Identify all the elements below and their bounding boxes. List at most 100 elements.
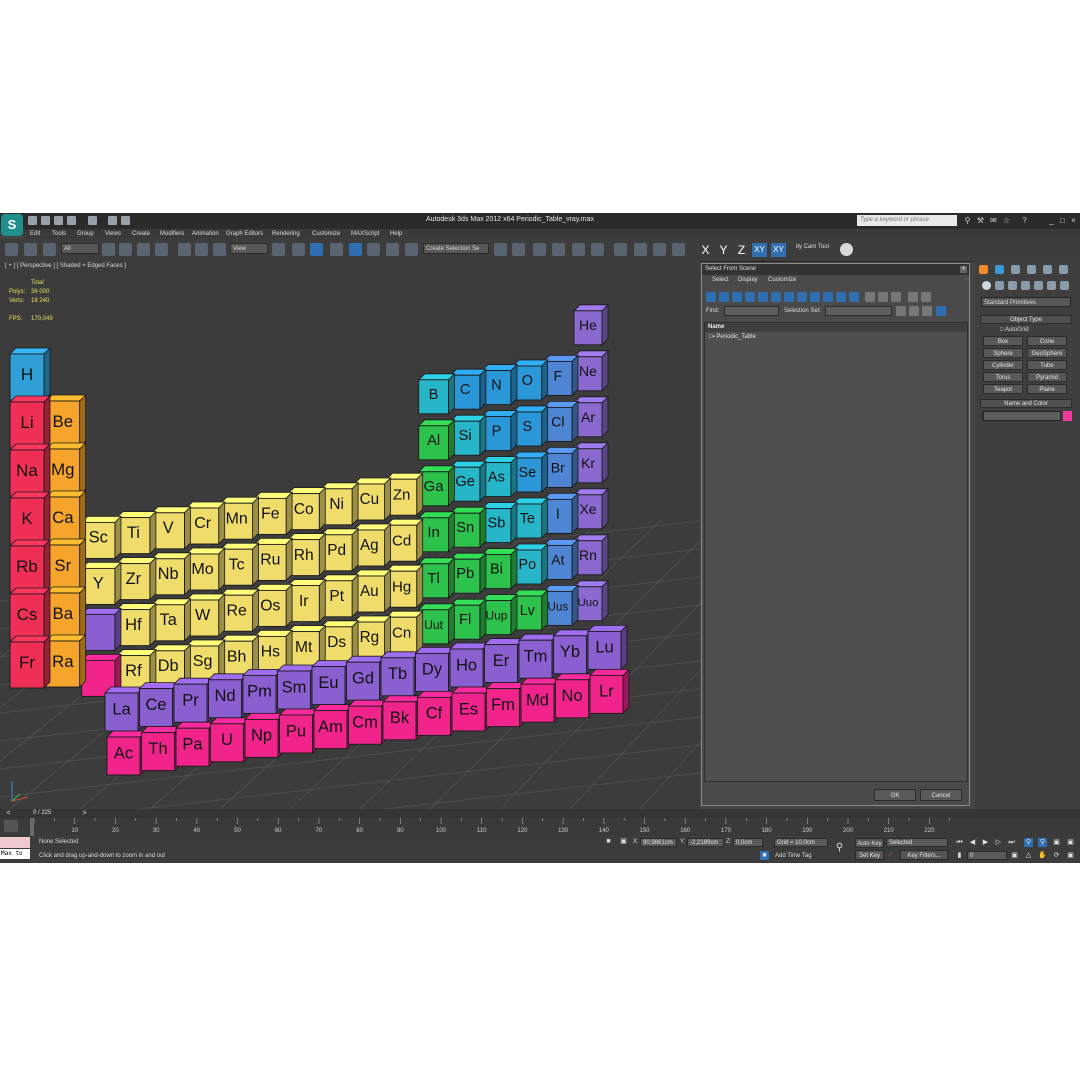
axis-z-button[interactable]: Z: [734, 243, 749, 257]
undo-icon[interactable]: [67, 216, 76, 225]
space-warps-icon[interactable]: [1047, 281, 1056, 290]
time-tag-icon[interactable]: ■: [760, 851, 769, 860]
rectangular-selection-icon[interactable]: [137, 243, 150, 256]
cameras-icon[interactable]: [1021, 281, 1030, 290]
display-lights-icon[interactable]: [732, 292, 742, 302]
render-production-icon[interactable]: [672, 243, 685, 256]
modify-tab-icon[interactable]: [995, 265, 1004, 274]
pivot-center-icon[interactable]: [272, 243, 285, 256]
play-icon[interactable]: ▶: [981, 838, 990, 847]
named-selection-set-dropdown[interactable]: Create Selection Se: [423, 243, 489, 254]
minimize-icon[interactable]: _: [1047, 216, 1056, 225]
display-geometry-icon[interactable]: [706, 292, 716, 302]
maxscript-output-field[interactable]: [0, 837, 30, 848]
link-icon[interactable]: [5, 243, 18, 256]
sphere-button[interactable]: Sphere: [983, 348, 1023, 358]
slider-next-icon[interactable]: >: [80, 809, 89, 818]
filter-icon[interactable]: [908, 292, 918, 302]
selection-set-save-icon[interactable]: [896, 306, 906, 316]
teapot-button[interactable]: Teapot: [983, 384, 1023, 394]
hierarchy-tab-icon[interactable]: [1011, 265, 1020, 274]
dialog-menu-select[interactable]: Select: [712, 277, 729, 283]
menu-modifiers[interactable]: Modifiers: [160, 229, 184, 239]
display-cameras-icon[interactable]: [745, 292, 755, 302]
cam-tool-icon[interactable]: [840, 243, 853, 256]
menu-help[interactable]: Help: [390, 229, 402, 239]
redo-icon[interactable]: [88, 216, 97, 225]
angle-snap-icon[interactable]: [349, 243, 362, 256]
geosphere-button[interactable]: GeoSphere: [1027, 348, 1067, 358]
current-frame-field[interactable]: 0: [967, 851, 1007, 860]
subscription-icon[interactable]: ⚒: [976, 216, 985, 225]
previous-frame-icon[interactable]: ◀: [968, 838, 977, 847]
key-filters-button[interactable]: Key Filters...: [900, 850, 948, 860]
selection-set-highlight-icon[interactable]: [936, 306, 946, 316]
go-to-start-icon[interactable]: ⏮: [955, 838, 964, 847]
zoom-extents-all-icon[interactable]: ▣: [1066, 838, 1075, 847]
set-key-button[interactable]: Set Key: [855, 850, 884, 860]
select-none-icon[interactable]: [878, 292, 888, 302]
object-color-swatch[interactable]: [1063, 411, 1072, 421]
schematic-view-icon[interactable]: [591, 243, 604, 256]
menu-edit[interactable]: Edit: [30, 229, 40, 239]
set-key-icon[interactable]: ⚲: [835, 843, 844, 853]
help-icon[interactable]: ?: [1020, 216, 1029, 225]
dialog-menu-customize[interactable]: Customize: [768, 277, 796, 283]
geometry-icon[interactable]: [982, 281, 991, 290]
object-list[interactable]: Name □▪ Periodic_Table: [704, 322, 968, 782]
percent-snap-icon[interactable]: [367, 243, 380, 256]
slider-prev-icon[interactable]: <: [4, 809, 13, 818]
display-helpers-icon[interactable]: [758, 292, 768, 302]
menu-views[interactable]: Views: [105, 229, 121, 239]
fetch-icon[interactable]: [121, 216, 130, 225]
perspective-viewport[interactable]: He Ne Ar Kr Xe Rn Uuo F Cl Br I At Uus O S Se Te Po Lv N P As…: [0, 261, 700, 809]
systems-icon[interactable]: [1060, 281, 1069, 290]
plane-button[interactable]: Plane: [1027, 384, 1067, 394]
create-tab-icon[interactable]: [979, 265, 988, 274]
curve-editor-icon[interactable]: [572, 243, 585, 256]
save-file-icon[interactable]: [54, 216, 63, 225]
viewport-label[interactable]: [ + ] [ Perspective ] [ Shaded + Edged F…: [5, 263, 126, 269]
autogrid-checkbox[interactable]: □ AutoGrid: [1000, 327, 1029, 333]
display-space-warps-icon[interactable]: [771, 292, 781, 302]
lights-icon[interactable]: [1008, 281, 1017, 290]
next-frame-icon[interactable]: ▷: [994, 838, 1003, 847]
x-coordinate-field[interactable]: 90,9861cm: [640, 838, 677, 847]
zoom-extents-icon[interactable]: ▣: [1052, 838, 1061, 847]
axis-x-button[interactable]: X: [698, 243, 713, 257]
reference-coordinate-dropdown[interactable]: View: [230, 243, 268, 254]
menu-graph-editors[interactable]: Graph Editors: [226, 229, 263, 239]
material-editor-icon[interactable]: [614, 243, 627, 256]
close-icon[interactable]: ×: [1069, 216, 1078, 225]
torus-button[interactable]: Torus: [983, 372, 1023, 382]
column-header-name[interactable]: Name: [705, 323, 967, 332]
edit-named-selection-icon[interactable]: [405, 243, 418, 256]
display-bones-icon[interactable]: [810, 292, 820, 302]
maxscript-listener-input[interactable]: Max to: [0, 849, 30, 859]
menu-animation[interactable]: Animation: [192, 229, 219, 239]
scale-icon[interactable]: [213, 243, 226, 256]
menu-group[interactable]: Group: [77, 229, 94, 239]
new-file-icon[interactable]: [28, 216, 37, 225]
window-crossing-icon[interactable]: [155, 243, 168, 256]
selection-set-dropdown[interactable]: [825, 306, 892, 316]
lock-selection-icon[interactable]: ■: [604, 837, 613, 846]
cylinder-button[interactable]: Cylinder: [983, 360, 1023, 370]
key-mode-toggle-icon[interactable]: ▮: [955, 851, 964, 860]
open-file-icon[interactable]: [41, 216, 50, 225]
menu-maxscript[interactable]: MAXScript: [351, 229, 379, 239]
bind-space-warp-icon[interactable]: [43, 243, 56, 256]
display-frozen-icon[interactable]: [836, 292, 846, 302]
display-groups-icon[interactable]: [784, 292, 794, 302]
select-object-icon[interactable]: [102, 243, 115, 256]
field-of-view-icon[interactable]: △: [1024, 851, 1033, 860]
select-invert-icon[interactable]: [891, 292, 901, 302]
display-tab-icon[interactable]: [1043, 265, 1052, 274]
select-all-icon[interactable]: [865, 292, 875, 302]
axis-y-button[interactable]: Y: [716, 243, 731, 257]
time-slider[interactable]: < 0 / 225 >: [0, 809, 1080, 818]
menu-tools[interactable]: Tools: [52, 229, 66, 239]
zoom-all-icon[interactable]: ⚲: [1038, 838, 1047, 847]
render-setup-icon[interactable]: [634, 243, 647, 256]
menu-rendering[interactable]: Rendering: [272, 229, 300, 239]
